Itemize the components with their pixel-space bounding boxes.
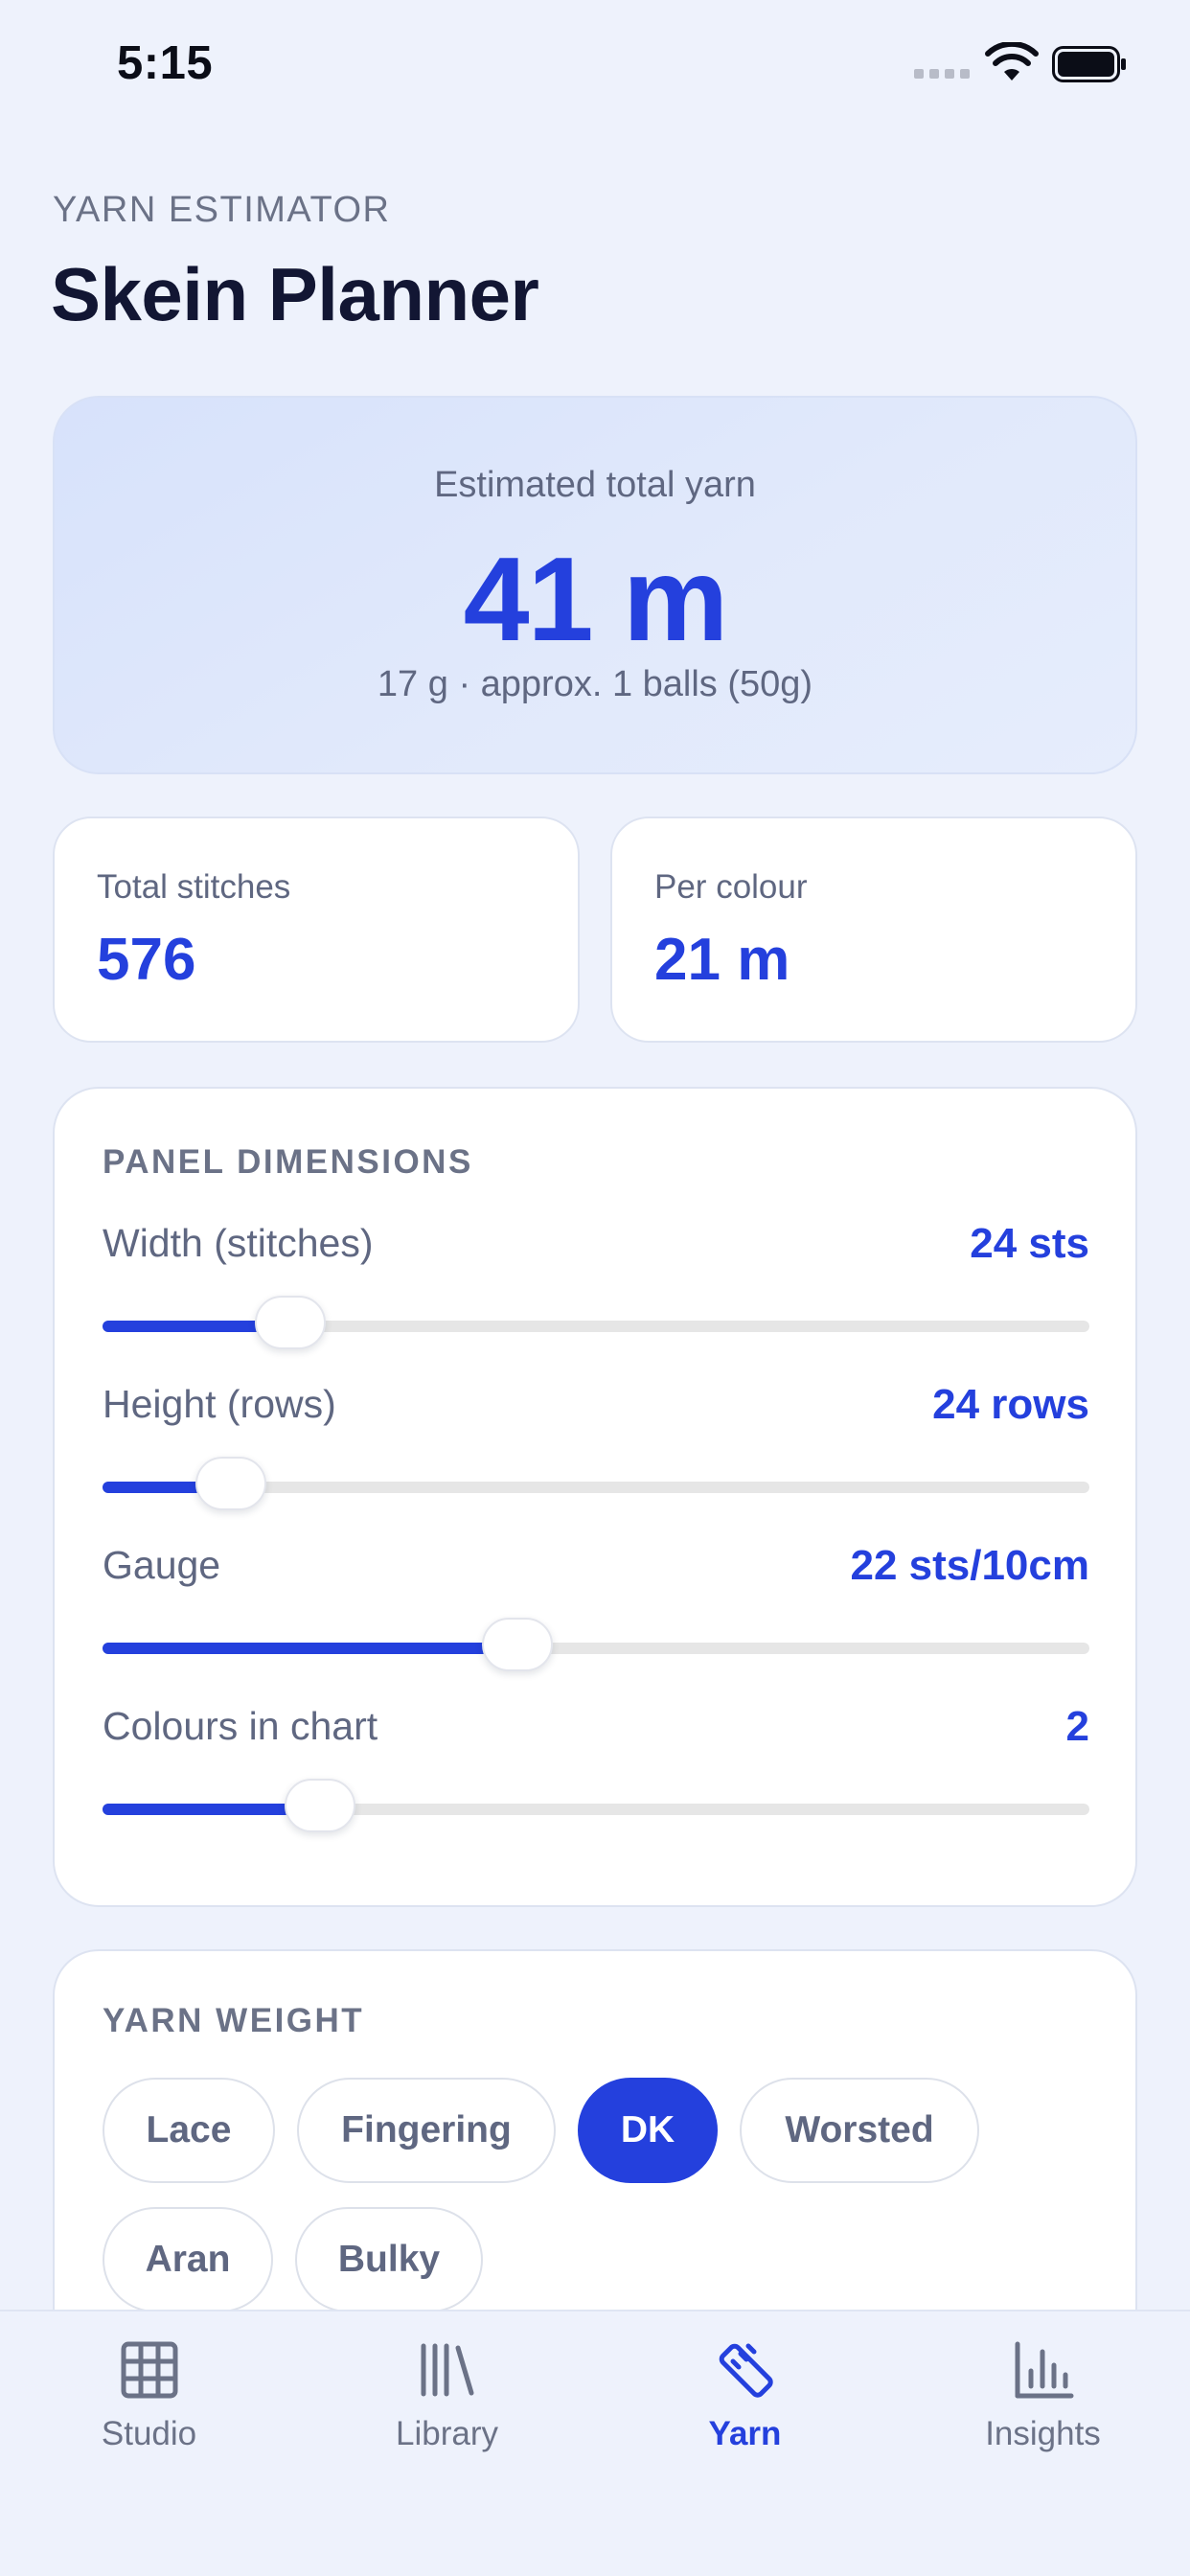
tab-studio[interactable]: Studio (0, 2338, 298, 2453)
slider-value: 2 (1065, 1703, 1089, 1750)
tab-label: Library (396, 2415, 498, 2452)
width-slider[interactable] (103, 1296, 1089, 1349)
stat-label: Total stitches (97, 868, 291, 906)
slider-label: Colours in chart (103, 1704, 378, 1748)
chip-bulky[interactable]: Bulky (295, 2207, 483, 2312)
slider-label: Gauge (103, 1543, 221, 1587)
status-bar: 5:15 (0, 0, 1190, 134)
colours-slider[interactable] (103, 1779, 1089, 1832)
grid-icon (121, 2341, 177, 2399)
tab-insights[interactable]: Insights (894, 2338, 1190, 2453)
page-eyebrow: YARN ESTIMATOR (53, 190, 391, 230)
slider-label: Height (rows) (103, 1382, 336, 1426)
slider-thumb[interactable] (481, 1618, 553, 1671)
slider-thumb[interactable] (254, 1296, 326, 1349)
tab-bar: Studio Library Yarn Insights (0, 2310, 1190, 2576)
bar-chart-icon (1015, 2341, 1073, 2399)
ruler-icon (719, 2343, 773, 2398)
estimate-detail: 17 g · approx. 1 balls (50g) (377, 664, 813, 704)
estimate-summary-card: Estimated total yarn 41 m 17 g · approx.… (53, 396, 1137, 774)
page-title: Skein Planner (51, 252, 539, 336)
cellular-signal-icon (914, 69, 970, 79)
chip-fingering[interactable]: Fingering (297, 2078, 556, 2183)
chip-lace[interactable]: Lace (103, 2078, 275, 2183)
status-time: 5:15 (117, 37, 214, 89)
stat-value: 21 m (654, 927, 790, 993)
per-colour-card: Per colour 21 m (610, 816, 1137, 1043)
tab-label: Insights (985, 2415, 1101, 2452)
panel-dimensions-card: PANEL DIMENSIONS Width (stitches) 24 sts… (53, 1087, 1137, 1907)
slider-value: 24 rows (932, 1381, 1089, 1428)
tab-yarn[interactable]: Yarn (596, 2338, 894, 2453)
slider-thumb[interactable] (195, 1457, 266, 1510)
chip-dk[interactable]: DK (578, 2078, 718, 2183)
tab-label: Yarn (708, 2415, 782, 2452)
chip-aran[interactable]: Aran (103, 2207, 273, 2312)
slider-value: 24 sts (970, 1220, 1089, 1267)
library-icon (421, 2343, 473, 2397)
gauge-slider[interactable] (103, 1618, 1089, 1671)
height-slider[interactable] (103, 1457, 1089, 1510)
slider-label: Width (stitches) (103, 1221, 374, 1265)
section-title: PANEL DIMENSIONS (103, 1143, 473, 1181)
slider-value: 22 sts/10cm (850, 1542, 1089, 1589)
slider-thumb[interactable] (284, 1779, 355, 1832)
stat-value: 576 (97, 927, 196, 993)
slider-fill (103, 1643, 517, 1654)
section-title: YARN WEIGHT (103, 2002, 365, 2039)
chip-worsted[interactable]: Worsted (740, 2078, 979, 2183)
estimate-value: 41 m (463, 534, 729, 666)
tab-library[interactable]: Library (298, 2338, 596, 2453)
estimate-label: Estimated total yarn (434, 465, 756, 505)
wifi-icon (985, 42, 1039, 80)
stat-label: Per colour (654, 868, 808, 906)
battery-icon (1052, 46, 1126, 82)
tab-label: Studio (101, 2415, 197, 2452)
total-stitches-card: Total stitches 576 (53, 816, 580, 1043)
